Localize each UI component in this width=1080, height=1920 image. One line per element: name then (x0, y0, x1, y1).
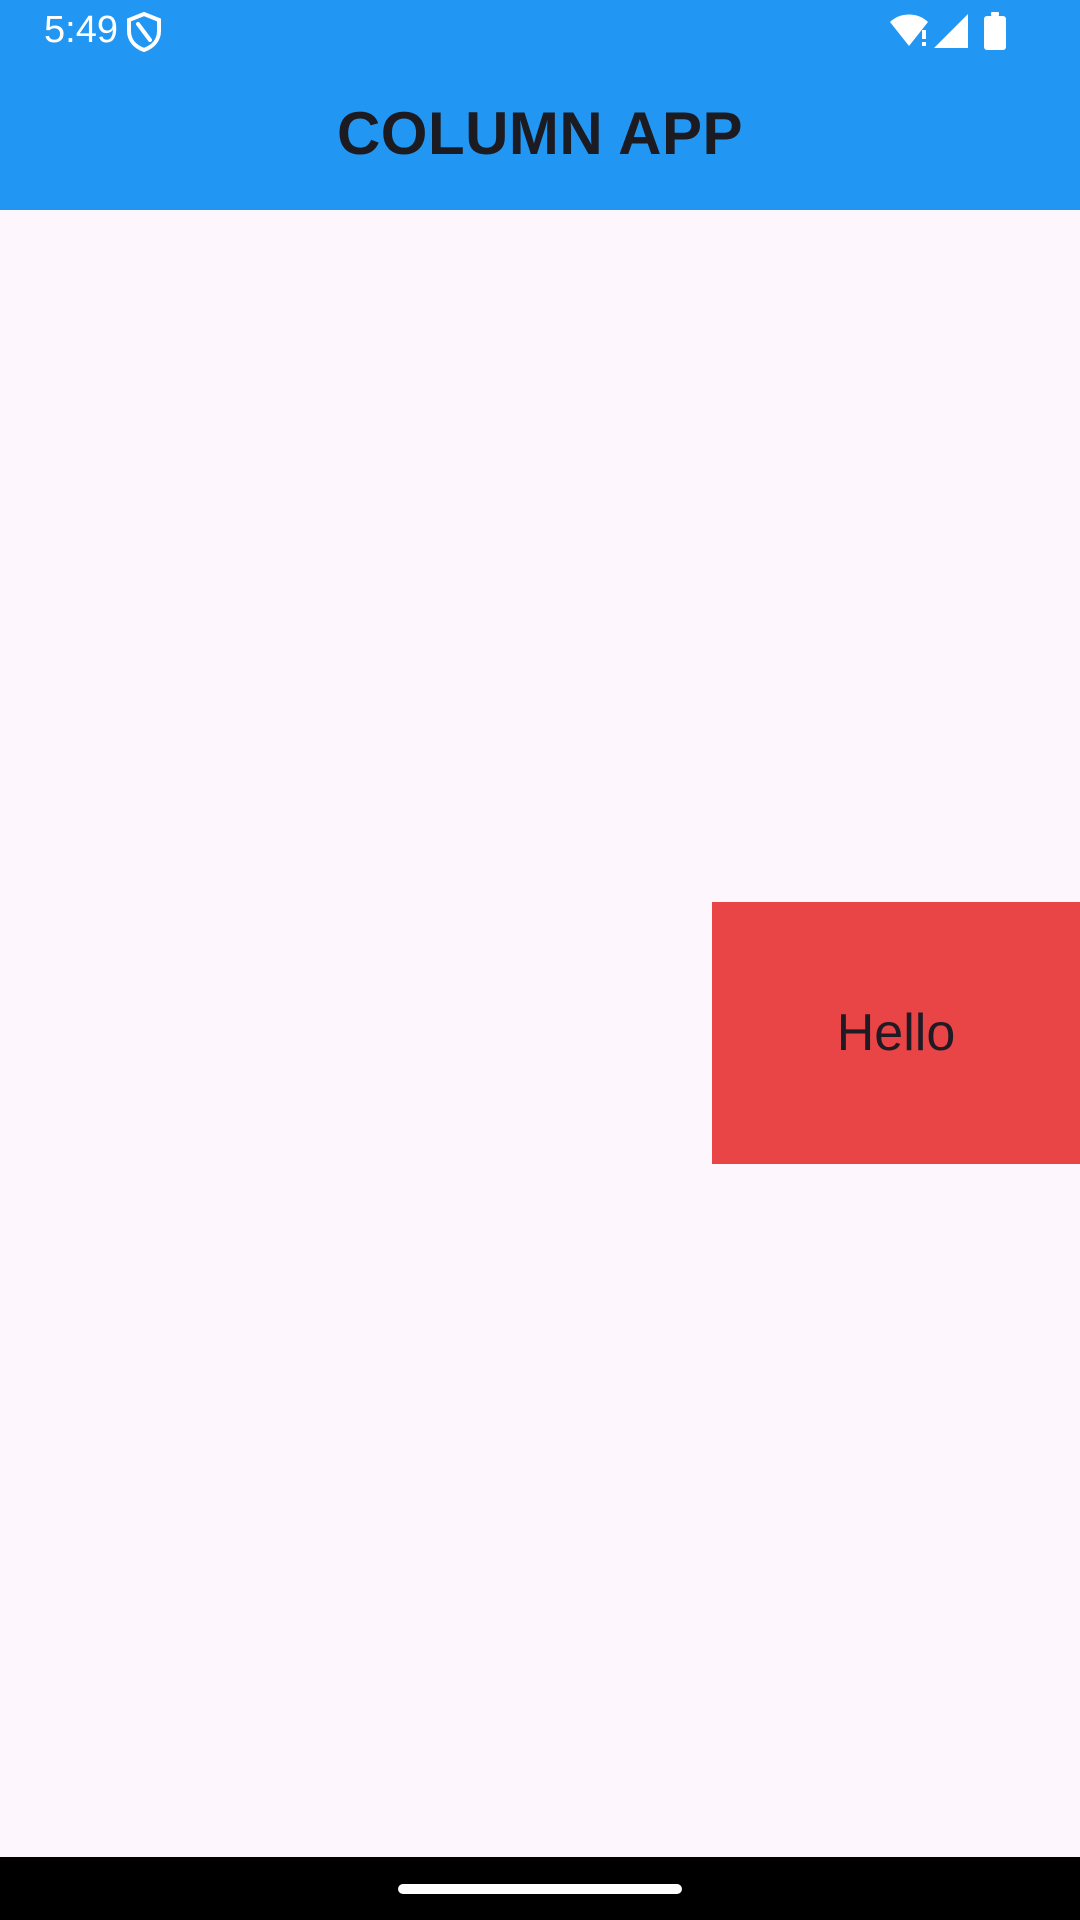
shield-icon (127, 12, 161, 52)
status-bar: 5:49 (0, 0, 1080, 60)
screen: 5:49 COLUMN APP Hello (0, 0, 1080, 1920)
app-title: COLUMN APP (336, 100, 744, 167)
hello-box: Hello (712, 902, 1080, 1164)
navigation-bar (0, 1857, 1080, 1920)
battery-icon (984, 12, 1006, 50)
signal-icon (934, 14, 968, 48)
hello-text: Hello (836, 1004, 956, 1062)
wifi-icon (890, 14, 928, 46)
app-bar: 5:49 COLUMN APP (0, 0, 1080, 210)
home-handle[interactable] (398, 1884, 682, 1894)
status-time: 5:49 (44, 9, 118, 51)
